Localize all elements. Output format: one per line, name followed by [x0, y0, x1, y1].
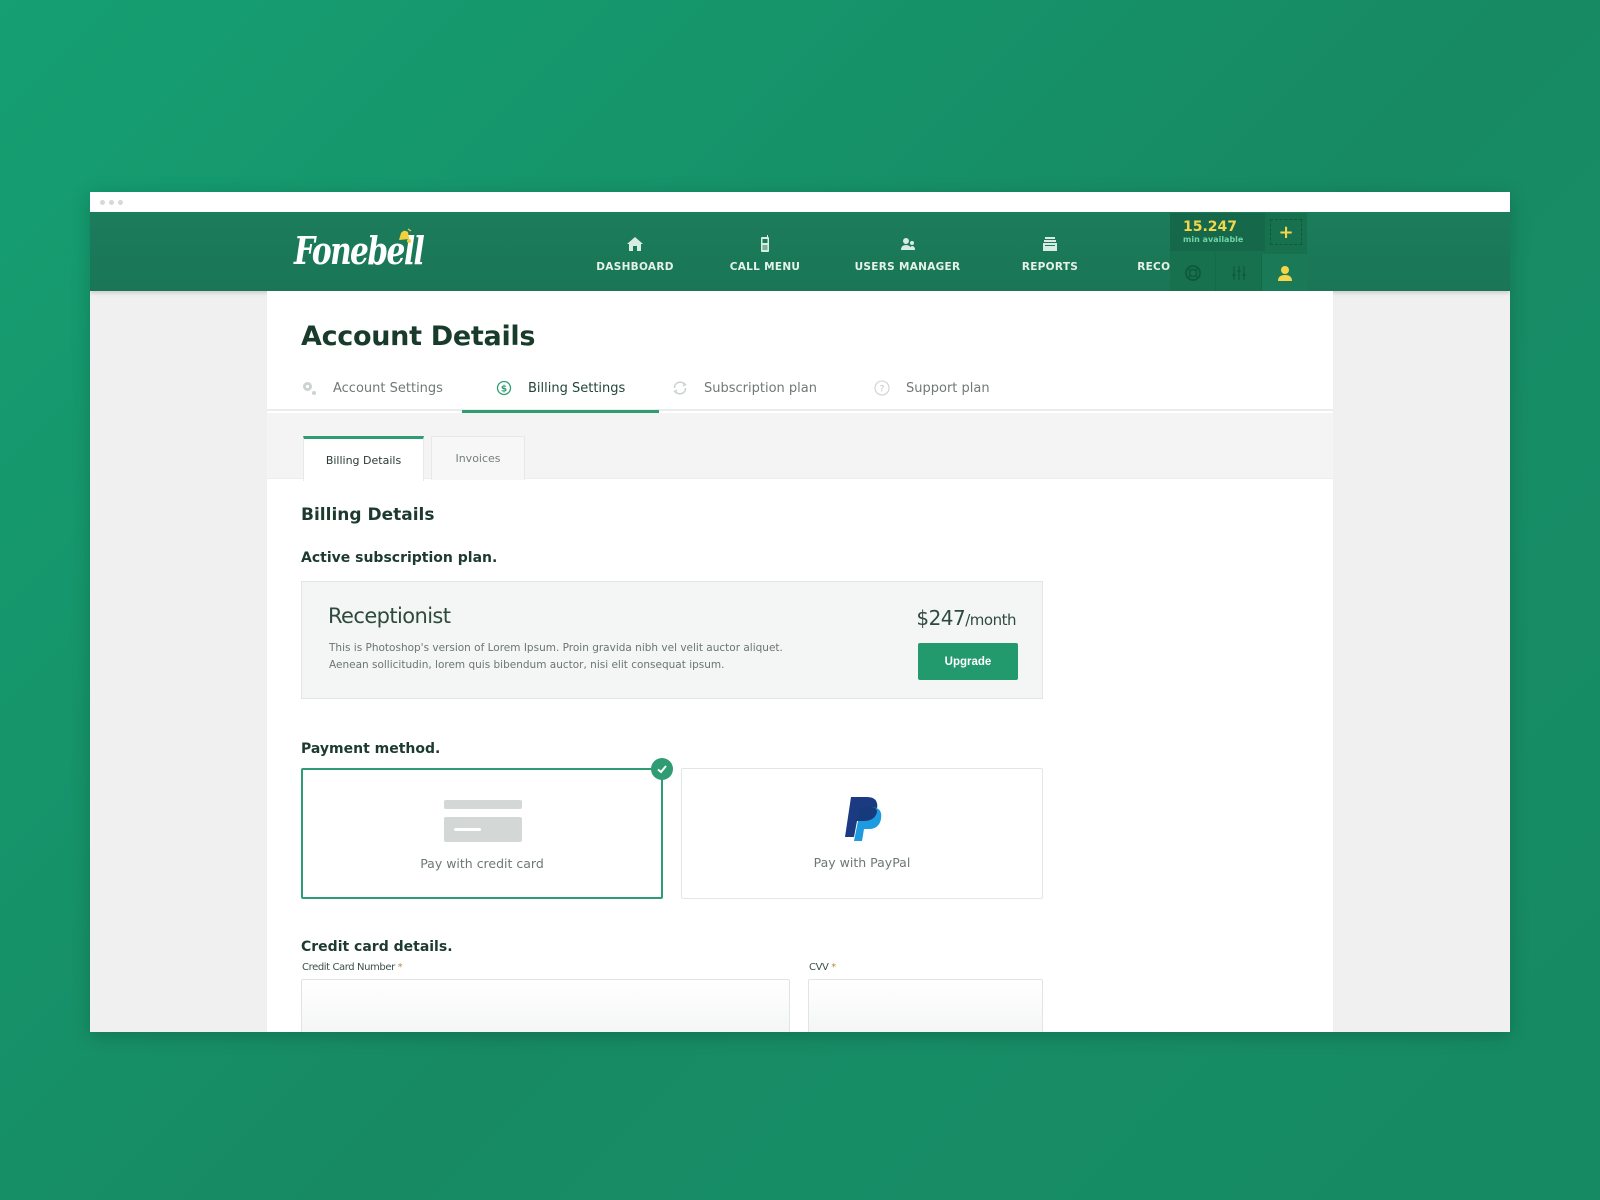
sub-tab-invoices[interactable]: Invoices	[431, 436, 525, 480]
card-details-label: Credit card details.	[301, 939, 453, 955]
required-mark: *	[831, 962, 836, 973]
toolbar	[1170, 254, 1307, 291]
sliders-icon	[1232, 265, 1245, 280]
dollar-circle-icon: $	[496, 380, 512, 396]
tab-account-settings[interactable]: Account Settings	[301, 365, 443, 411]
users-icon	[900, 237, 915, 250]
tab-label: Support plan	[906, 380, 990, 396]
add-minutes-button[interactable]: +	[1270, 219, 1302, 245]
question-circle-icon: ?	[874, 380, 890, 396]
cvv-input[interactable]	[808, 979, 1043, 1032]
plan-name: Receptionist	[328, 604, 451, 628]
price-period: /month	[965, 611, 1016, 629]
credit-card-icon	[444, 800, 522, 842]
pay-credit-card-option[interactable]: Pay with credit card	[301, 758, 673, 899]
svg-text:?: ?	[880, 385, 885, 395]
svg-text:$: $	[501, 385, 507, 395]
required-mark: *	[397, 962, 403, 973]
minutes-caption: min available	[1183, 235, 1244, 244]
account-details-panel: Account Details Account Settings $ Billi…	[267, 291, 1333, 1032]
minutes-available: 15.247 min available	[1170, 213, 1265, 251]
active-plan-label: Active subscription plan.	[301, 550, 498, 566]
home-icon	[627, 236, 643, 251]
main-nav: DASHBOARD CALL MENU USERS MANAGER REPORT…	[570, 212, 1240, 291]
sub-tab-billing-details[interactable]: Billing Details	[303, 436, 424, 481]
section-title: Billing Details	[301, 505, 435, 525]
nav-item-dashboard[interactable]: DASHBOARD	[570, 212, 700, 291]
page-title: Account Details	[301, 321, 536, 352]
pay-option-label: Pay with credit card	[420, 856, 544, 871]
card-number-label: Credit Card Number *	[302, 962, 403, 973]
user-profile-button[interactable]	[1262, 254, 1307, 291]
nav-item-reports[interactable]: REPORTS	[985, 212, 1115, 291]
cvv-label: CVV *	[809, 962, 836, 973]
lifebuoy-icon	[1184, 264, 1201, 281]
tab-label: Account Settings	[333, 380, 443, 396]
nav-item-users-manager[interactable]: USERS MANAGER	[830, 212, 985, 291]
field-label-text: Credit Card Number	[302, 962, 395, 973]
reports-icon	[1043, 236, 1057, 251]
checkmark-icon	[657, 765, 667, 774]
settings-sliders-button[interactable]	[1216, 254, 1262, 291]
tab-label: Billing Settings	[528, 380, 626, 396]
minutes-value: 15.247	[1183, 219, 1238, 235]
bell-icon	[399, 228, 412, 243]
price-amount: $247	[916, 606, 966, 630]
billing-sub-tabs: Billing Details Invoices	[267, 413, 1333, 481]
plan-price: $247/month	[916, 606, 1016, 630]
tab-subscription-plan[interactable]: Subscription plan	[672, 365, 817, 411]
window-controls	[100, 200, 123, 205]
card-number-input[interactable]	[301, 979, 790, 1032]
minutes-panel: 15.247 min available +	[1170, 213, 1307, 291]
nav-label: CALL MENU	[729, 260, 801, 273]
upgrade-button[interactable]: Upgrade	[918, 643, 1018, 680]
plan-description: This is Photoshop's version of Lorem Ips…	[329, 642, 783, 671]
gear-icon	[303, 382, 316, 395]
field-label-text: CVV	[809, 962, 829, 973]
nav-label: USERS MANAGER	[854, 260, 961, 273]
pay-paypal-option[interactable]: Pay with PayPal	[681, 768, 1043, 899]
tab-support-plan[interactable]: ? Support plan	[874, 365, 990, 411]
paypal-icon	[845, 797, 882, 841]
window-maximize-dot[interactable]	[118, 200, 123, 205]
top-navigation: Fonebell DASHBOARD CALL MENU USERS MANAG…	[90, 212, 1510, 291]
browser-titlebar	[90, 192, 1510, 212]
window-minimize-dot[interactable]	[109, 200, 114, 205]
nav-item-call-menu[interactable]: CALL MENU	[700, 212, 830, 291]
tab-label: Subscription plan	[704, 380, 817, 396]
payment-method-label: Payment method.	[301, 741, 441, 757]
tab-billing-settings[interactable]: $ Billing Settings	[461, 365, 660, 413]
nav-label: REPORTS	[1021, 260, 1079, 273]
window-close-dot[interactable]	[100, 200, 105, 205]
support-button[interactable]	[1170, 254, 1216, 291]
pay-option-label: Pay with PayPal	[813, 855, 911, 870]
browser-window: Fonebell DASHBOARD CALL MENU USERS MANAG…	[90, 192, 1510, 1032]
refresh-icon	[673, 381, 687, 395]
plan-card: Receptionist This is Photoshop's version…	[301, 581, 1043, 699]
account-tabs: Account Settings $ Billing Settings Subs…	[267, 365, 1333, 413]
mobile-phone-icon	[761, 234, 769, 252]
user-icon	[1277, 265, 1292, 281]
selected-badge	[651, 758, 673, 780]
nav-label: DASHBOARD	[596, 260, 674, 273]
